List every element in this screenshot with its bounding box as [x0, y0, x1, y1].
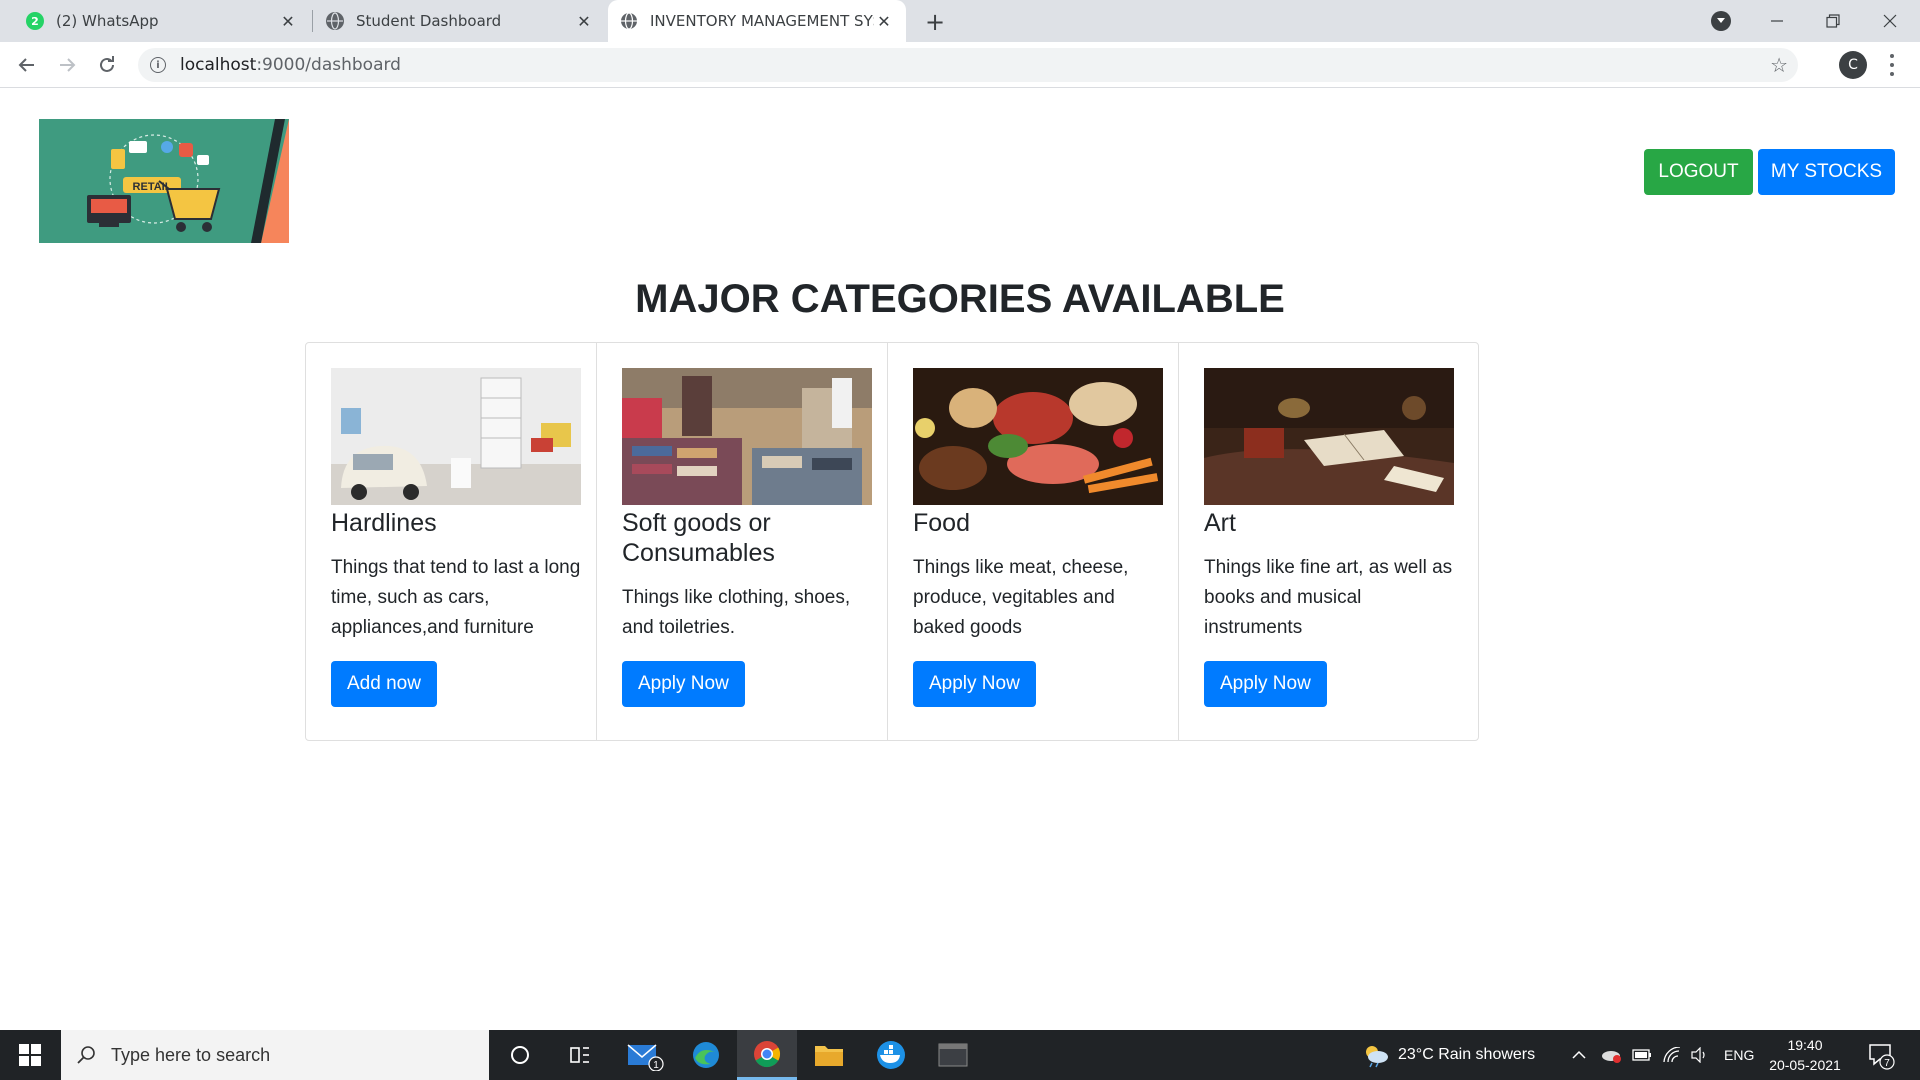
taskbar-search-input[interactable]: Type here to search	[61, 1030, 489, 1080]
card-text: Things like meat, cheese, produce, vegit…	[913, 557, 1129, 638]
tab-title: (2) WhatsApp	[56, 12, 159, 30]
close-icon[interactable]: ✕	[574, 11, 594, 31]
wifi-icon[interactable]	[1662, 1030, 1682, 1080]
category-card-soft-goods: Soft goods or Consumables Things like cl…	[597, 343, 888, 740]
card-title: Food	[913, 509, 970, 537]
browser-window: 2 (2) WhatsApp ✕ Student Dashboard ✕ INV…	[0, 0, 1920, 1080]
close-icon[interactable]: ✕	[874, 11, 894, 31]
new-tab-button[interactable]: +	[921, 8, 949, 36]
restore-button[interactable]	[1805, 0, 1861, 42]
address-bar[interactable]: i localhost:9000/dashboard ☆	[138, 48, 1798, 82]
whatsapp-icon: 2	[26, 12, 44, 30]
card-title: Hardlines	[331, 509, 437, 537]
notification-count: 7	[1884, 1058, 1890, 1069]
soft-goods-image	[622, 368, 872, 505]
tab-student-dashboard[interactable]: Student Dashboard ✕	[314, 0, 606, 42]
category-card-hardlines: Hardlines Things that tend to last a lon…	[306, 343, 597, 740]
tab-search-icon[interactable]	[1711, 11, 1731, 31]
volume-icon[interactable]	[1690, 1030, 1710, 1080]
apply-now-button[interactable]: Apply Now	[622, 661, 745, 707]
globe-icon	[326, 12, 344, 30]
minimize-button[interactable]	[1749, 0, 1805, 42]
site-info-icon[interactable]: i	[150, 57, 166, 73]
add-now-button[interactable]: Add now	[331, 661, 437, 707]
hardlines-image	[331, 368, 581, 505]
category-card-group: Hardlines Things that tend to last a lon…	[305, 342, 1479, 741]
globe-icon	[620, 12, 638, 30]
card-text: Things that tend to last a long time, su…	[331, 557, 581, 638]
card-text: Things like clothing, shoes, and toiletr…	[622, 587, 851, 638]
url-path: :9000/dashboard	[256, 55, 401, 75]
windows-taskbar: Type here to search 1 23°C Rain showers	[0, 1030, 1920, 1080]
battery-icon[interactable]	[1632, 1030, 1652, 1080]
language-text: ENG	[1724, 1047, 1755, 1063]
browser-toolbar: i localhost:9000/dashboard ☆	[0, 42, 1920, 88]
weather-widget[interactable]: 23°C Rain showers	[1360, 1030, 1535, 1080]
language-indicator[interactable]: ENG	[1724, 1030, 1754, 1080]
url-text: localhost:9000/dashboard	[180, 55, 401, 75]
category-card-food: Food Things like meat, cheese, produce, …	[888, 343, 1179, 740]
page-content: RETAIL LOGOUT MY STOCKS MAJOR CATEGORIES…	[0, 89, 1920, 1030]
bookmark-star-icon[interactable]: ☆	[1770, 53, 1788, 77]
close-window-button[interactable]	[1862, 0, 1918, 42]
search-placeholder: Type here to search	[111, 1044, 271, 1065]
card-title: Art	[1204, 509, 1236, 537]
clock-time: 19:40	[1787, 1037, 1823, 1053]
edge-icon[interactable]	[676, 1030, 736, 1080]
tab-inventory[interactable]: INVENTORY MANAGEMENT SYST ✕	[608, 0, 906, 42]
docker-icon[interactable]	[861, 1030, 921, 1080]
retail-logo: RETAIL	[39, 119, 289, 243]
reload-icon[interactable]	[92, 50, 122, 80]
forward-icon[interactable]	[52, 50, 82, 80]
windows-start-icon[interactable]	[0, 1030, 60, 1080]
tab-strip: 2 (2) WhatsApp ✕ Student Dashboard ✕ INV…	[0, 0, 1920, 42]
card-text: Things like fine art, as well as books a…	[1204, 557, 1453, 638]
clock[interactable]: 19:40 20-05-2021	[1760, 1035, 1850, 1075]
weather-icon	[1366, 1046, 1388, 1068]
tab-whatsapp[interactable]: 2 (2) WhatsApp ✕	[14, 0, 310, 42]
whatsapp-badge: 2	[31, 14, 39, 28]
mail-icon[interactable]: 1	[615, 1030, 675, 1080]
weather-text: 23°C Rain showers	[1398, 1046, 1536, 1063]
cortana-icon[interactable]	[490, 1030, 550, 1080]
tab-title: INVENTORY MANAGEMENT SYST	[650, 12, 874, 30]
browser-menu-icon[interactable]	[1885, 52, 1899, 78]
tab-title: Student Dashboard	[356, 12, 502, 30]
chrome-icon[interactable]	[737, 1030, 797, 1080]
page-title: MAJOR CATEGORIES AVAILABLE	[635, 277, 1285, 321]
show-hidden-icons[interactable]	[1572, 1030, 1586, 1080]
close-icon[interactable]: ✕	[278, 11, 298, 31]
apply-now-button[interactable]: Apply Now	[1204, 661, 1327, 707]
tab-separator	[312, 10, 313, 32]
mail-badge: 1	[653, 1060, 659, 1071]
onedrive-icon[interactable]	[1600, 1030, 1622, 1080]
food-image	[913, 368, 1163, 505]
file-explorer-icon[interactable]	[799, 1030, 859, 1080]
card-title: Soft goods or Consumables	[622, 509, 775, 567]
my-stocks-button[interactable]: MY STOCKS	[1758, 149, 1895, 195]
profile-initial: C	[1848, 57, 1858, 73]
logout-button[interactable]: LOGOUT	[1644, 149, 1753, 195]
profile-avatar[interactable]: C	[1839, 51, 1867, 79]
apply-now-button[interactable]: Apply Now	[913, 661, 1036, 707]
art-image	[1204, 368, 1454, 505]
search-icon	[77, 1046, 95, 1064]
url-host: localhost	[180, 55, 257, 75]
category-card-art: Art Things like fine art, as well as boo…	[1179, 343, 1471, 740]
back-icon[interactable]	[12, 50, 42, 80]
notifications-icon[interactable]: 7	[1866, 1030, 1896, 1080]
terminal-icon[interactable]	[923, 1030, 983, 1080]
task-view-icon[interactable]	[550, 1030, 610, 1080]
clock-date: 20-05-2021	[1769, 1057, 1841, 1073]
